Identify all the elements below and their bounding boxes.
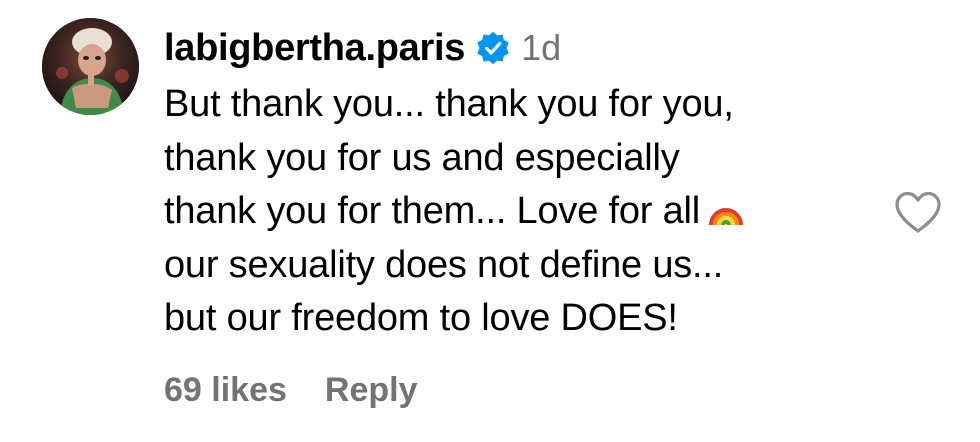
- likes-count-button[interactable]: 69 likes: [164, 371, 287, 410]
- comment-line: But thank you... thank you for you,: [164, 83, 734, 125]
- username-link[interactable]: labigbertha.paris: [164, 27, 465, 70]
- like-heart-icon[interactable]: [893, 190, 943, 234]
- comment-actions: 69 likes Reply: [164, 366, 417, 414]
- rainbow-emoji-icon: [708, 193, 744, 227]
- comment-body: But thank you... thank you for you, than…: [164, 78, 864, 346]
- comment-line: but our freedom to love DOES!: [164, 297, 678, 339]
- reply-button[interactable]: Reply: [325, 371, 418, 410]
- comment: labigbertha.paris 1d But thank you... th…: [0, 0, 980, 442]
- comment-line-text: thank you for them... Love for all: [164, 190, 701, 232]
- avatar[interactable]: [42, 18, 139, 115]
- comment-header: labigbertha.paris 1d: [164, 24, 561, 72]
- comment-line: our sexuality does not define us...: [164, 243, 724, 286]
- verified-badge-icon: [475, 30, 511, 66]
- timestamp[interactable]: 1d: [521, 27, 561, 69]
- comment-line: thank you for us and especially: [164, 136, 680, 179]
- comment-line: thank you for them... Love for all: [164, 185, 864, 239]
